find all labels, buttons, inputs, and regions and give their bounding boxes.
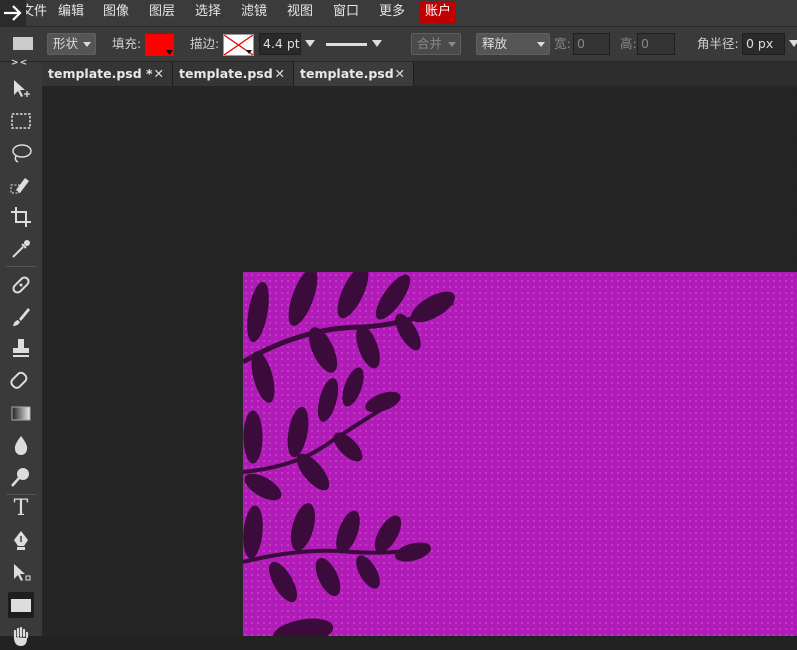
brush-tool-icon[interactable] <box>8 304 34 330</box>
height-input[interactable]: 0 <box>637 33 675 55</box>
corner-arrow-icon <box>166 50 173 55</box>
type-glyph: T <box>13 496 29 521</box>
menu-select[interactable]: 选择 <box>191 0 225 26</box>
chevron-down-icon <box>83 42 91 47</box>
leaf-branch-illustration <box>243 272 455 636</box>
type-tool-icon[interactable]: T <box>8 496 34 522</box>
fill-label: 填充: <box>112 36 142 51</box>
menu-layer[interactable]: 图层 <box>145 0 179 26</box>
move-tool-icon[interactable] <box>8 76 34 102</box>
combine-label: 合并 <box>417 36 443 51</box>
menu-filter[interactable]: 滤镜 <box>237 0 271 26</box>
rectangle-shape-icon <box>13 37 33 50</box>
stroke-width-arrow-icon[interactable] <box>305 40 315 47</box>
line-style-icon <box>326 43 367 46</box>
tab-document-2[interactable]: template.psd ✕ <box>173 62 294 86</box>
radius-input[interactable]: 0 px <box>742 33 785 55</box>
healing-tool-icon[interactable] <box>8 272 34 298</box>
hand-tool-icon[interactable] <box>8 624 34 650</box>
stamp-tool-icon[interactable] <box>8 336 34 362</box>
stroke-color-swatch[interactable] <box>223 34 254 56</box>
stroke-label: 描边: <box>190 36 220 51</box>
fill-color-swatch[interactable] <box>145 34 174 56</box>
chevron-down-icon <box>372 40 382 47</box>
close-icon[interactable]: ✕ <box>275 62 285 85</box>
close-icon[interactable]: ✕ <box>395 62 405 85</box>
menu-window[interactable]: 窗口 <box>329 0 363 26</box>
document-tab-bar: template.psd * ✕ template.psd ✕ template… <box>42 62 797 86</box>
release-label: 释放 <box>482 36 508 51</box>
stroke-style-dropdown[interactable] <box>322 34 384 56</box>
shape-mode-dropdown[interactable]: 形状 <box>47 33 96 55</box>
eraser-tool-icon[interactable] <box>8 368 34 394</box>
menu-edit[interactable]: 编辑 <box>54 0 88 26</box>
tool-panel: > < T <box>0 58 43 646</box>
menu-more[interactable]: 更多 <box>375 0 409 26</box>
tab-label: template.psd * <box>48 66 153 81</box>
menu-image[interactable]: 图像 <box>99 0 133 26</box>
pen-tool-icon[interactable] <box>8 528 34 554</box>
lasso-tool-icon[interactable] <box>8 140 34 166</box>
tab-label: template.psd <box>179 66 273 81</box>
quick-select-tool-icon[interactable] <box>8 172 34 198</box>
shape-tool-icon[interactable] <box>8 592 34 618</box>
tab-document-3[interactable]: template.psd ✕ <box>294 62 414 86</box>
menu-bar: 文件 编辑 图像 图层 选择 滤镜 视图 窗口 更多 账户 <box>0 0 797 27</box>
panel-toggle[interactable]: > < <box>11 58 27 68</box>
combine-dropdown[interactable]: 合并 <box>411 33 461 55</box>
arrow-right-icon <box>4 5 22 21</box>
marquee-tool-icon[interactable] <box>8 108 34 134</box>
radius-label: 角半径: <box>697 36 739 51</box>
crop-tool-icon[interactable] <box>8 204 34 230</box>
chevron-down-icon <box>537 42 545 47</box>
width-input[interactable]: 0 <box>573 33 610 55</box>
options-bar: 形状 填充: 描边: 4.4 pt 合并 释放 宽: 0 高: 0 角半径: 0… <box>0 27 797 62</box>
tool-separator <box>6 494 36 495</box>
shape-mode-label: 形状 <box>53 36 79 51</box>
menu-view[interactable]: 视图 <box>283 0 317 26</box>
tab-document-1[interactable]: template.psd * ✕ <box>42 62 173 86</box>
menu-account[interactable]: 账户 <box>420 1 457 23</box>
gradient-tool-icon[interactable] <box>8 400 34 426</box>
eyedropper-tool-icon[interactable] <box>8 236 34 262</box>
radius-arrow-icon[interactable] <box>789 40 797 47</box>
tool-separator <box>6 266 36 267</box>
close-icon[interactable]: ✕ <box>154 62 164 85</box>
tab-label: template.psd <box>300 66 394 81</box>
width-label: 宽: <box>554 36 571 51</box>
release-dropdown[interactable]: 释放 <box>476 33 550 55</box>
document-canvas[interactable] <box>243 272 797 636</box>
chevron-down-icon <box>448 42 456 47</box>
stroke-width-input[interactable]: 4.4 pt <box>259 33 301 55</box>
no-color-icon <box>223 34 254 56</box>
height-label: 高: <box>620 36 637 51</box>
dodge-tool-icon[interactable] <box>8 464 34 490</box>
blur-tool-icon[interactable] <box>8 432 34 458</box>
path-select-tool-icon[interactable] <box>8 560 34 586</box>
